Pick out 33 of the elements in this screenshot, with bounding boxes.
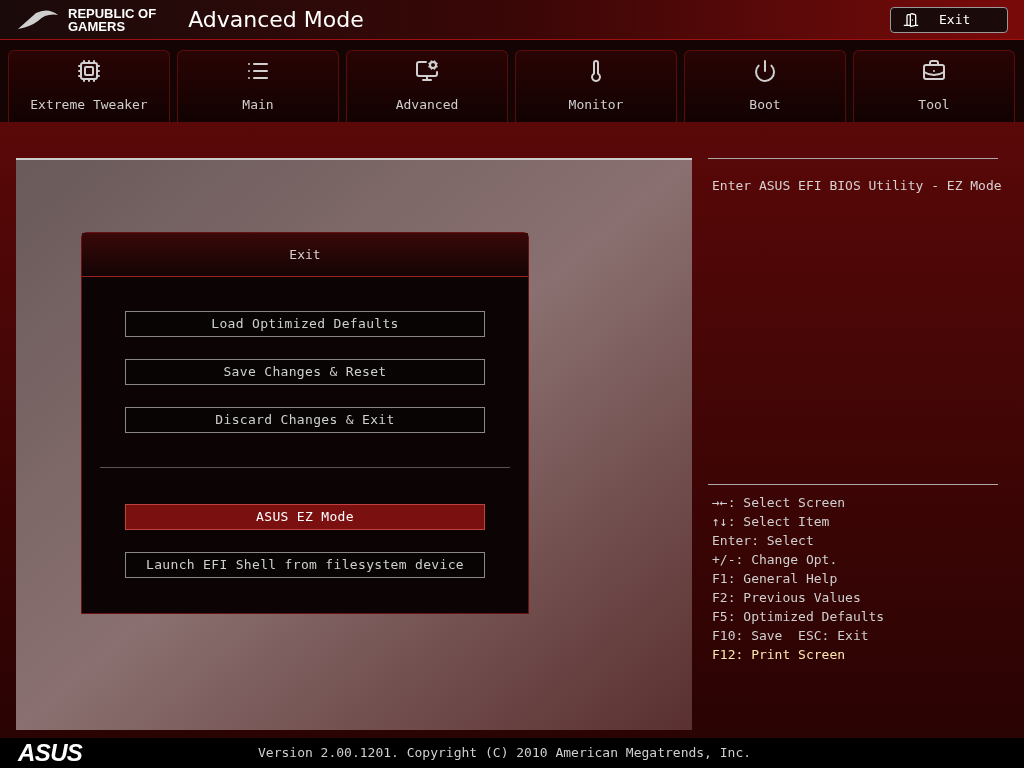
menu-tab[interactable]: Monitor (515, 50, 677, 122)
menu-tab[interactable]: Advanced (346, 50, 508, 122)
page-title: Advanced Mode (188, 6, 364, 34)
menu-tab[interactable]: Extreme Tweaker (8, 50, 170, 122)
toolbox-icon (922, 58, 946, 83)
menu-tab[interactable]: Main (177, 50, 339, 122)
help-line: +/-: Change Opt. (711, 551, 839, 569)
menu-tab[interactable]: Tool (853, 50, 1015, 122)
help-line: ↑↓: Select Item (711, 513, 831, 531)
menu-tab[interactable]: Boot (684, 50, 846, 122)
item-description: Enter ASUS EFI BIOS Utility - EZ Mode (711, 178, 1003, 193)
menu-option[interactable]: Launch EFI Shell from filesystem device (125, 552, 485, 578)
help-line: →←: Select Screen (711, 494, 847, 512)
menu-option[interactable]: ASUS EZ Mode (125, 504, 485, 530)
help-line: Enter: Select (711, 532, 815, 550)
dialog-title: Exit (289, 245, 321, 264)
menu-option[interactable]: Load Optimized Defaults (125, 311, 485, 337)
door-icon (903, 11, 919, 28)
exit-button[interactable]: Exit (890, 6, 1008, 33)
monitor-gear-icon (415, 58, 439, 83)
brand-text: GAMERS (68, 19, 127, 33)
help-line: F2: Previous Values (711, 589, 862, 607)
asus-logo: ASUS (18, 738, 84, 768)
version-text: Version 2.00.1201. Copyright (C) 2010 American Megatrends, Inc. (258, 744, 752, 763)
power-icon (753, 58, 777, 83)
help-line: F5: Optimized Defaults (711, 608, 886, 626)
help-line: F10: Save ESC: Exit (711, 627, 870, 645)
menu-option[interactable]: Save Changes & Reset (125, 359, 485, 385)
chip-icon (77, 58, 101, 83)
help-line: F12: Print Screen (711, 646, 847, 664)
help-line: F1: General Help (711, 570, 839, 588)
menu-option[interactable]: Discard Changes & Exit (125, 407, 485, 433)
brand-text: REPUBLIC OF (68, 6, 157, 20)
